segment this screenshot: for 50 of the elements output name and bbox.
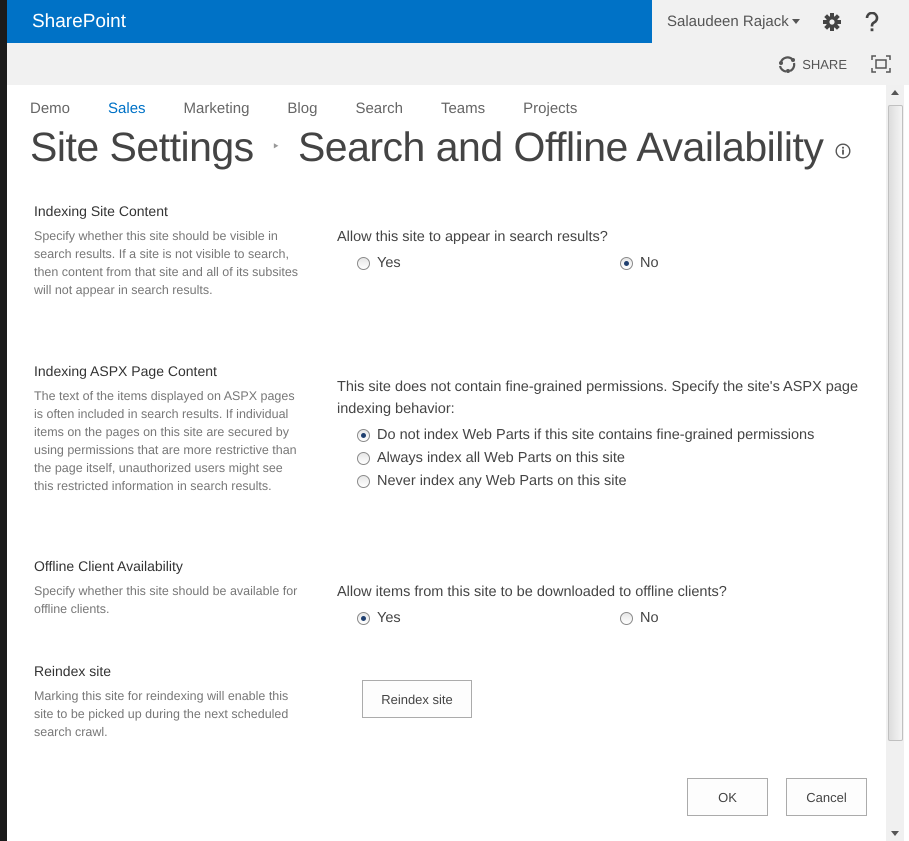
user-menu[interactable]: Salaudeen Rajack <box>667 13 800 30</box>
share-button[interactable]: SHARE <box>778 55 847 73</box>
option-label[interactable]: No <box>640 252 659 274</box>
ok-button[interactable]: OK <box>687 778 768 816</box>
section-description: Specify whether this site should be visible in search results. If a site is not visible to search, then content from that site and all of its subsites will not appear in search results. <box>34 228 300 299</box>
reindex-button[interactable]: Reindex site <box>362 680 472 718</box>
question-text: Allow items from this site to be downloaded to offline clients? <box>337 583 728 602</box>
section-heading: Offline Client Availability <box>34 558 184 574</box>
radio-button[interactable] <box>620 256 633 270</box>
section-heading: Reindex site <box>34 663 112 679</box>
option-label[interactable]: No <box>640 607 659 629</box>
section-description: The text of the items displayed on ASPX pages is often included in search results. If individual items on the pages on this site are secured by using permissions that are more restrictive than the page itself, unauthorized users might see this restricted information in search results. <box>34 388 298 495</box>
caret-icon[interactable] <box>792 19 800 24</box>
nav-link[interactable]: Demo <box>30 100 70 117</box>
nav-link[interactable]: Blog <box>287 100 318 117</box>
page-title: Search and Offline Availability <box>298 124 824 170</box>
nav-link[interactable]: Sales <box>108 100 146 117</box>
section-description: Specify whether this site should be available for offline clients. <box>34 583 298 618</box>
radio-button[interactable] <box>620 612 633 624</box>
breadcrumb-link[interactable]: Site Settings <box>30 124 254 170</box>
section-heading: Indexing Site Content <box>34 203 169 219</box>
option-label[interactable]: Yes <box>377 607 401 629</box>
section-description: Marking this site for reindexing will enable this site to be picked up during the next scheduled search crawl. <box>34 688 290 741</box>
cancel-button[interactable]: Cancel <box>786 778 867 816</box>
focus-icon[interactable] <box>871 55 891 73</box>
radio-button[interactable] <box>357 428 370 442</box>
radio-button[interactable] <box>357 452 370 464</box>
info-icon[interactable] <box>835 143 852 159</box>
nav-link[interactable]: Marketing <box>184 100 250 117</box>
section-heading: Indexing ASPX Page Content <box>34 363 218 379</box>
help-icon[interactable] <box>864 12 880 32</box>
option-label[interactable]: Always index all Web Parts on this site <box>377 447 625 469</box>
scrollbar[interactable] <box>886 85 904 841</box>
app-name[interactable]: SharePoint <box>7 10 126 32</box>
nav-link[interactable]: Teams <box>440 100 486 117</box>
breadcrumb-separator: ‣ <box>272 139 280 155</box>
nav-link[interactable]: Projects <box>523 100 578 117</box>
scroll-up-icon[interactable] <box>891 90 899 95</box>
question-text: This site does not contain fine-grained permissions. Specify the site's ASPX page indexing behavior: <box>337 378 860 419</box>
nav-link[interactable]: Search <box>355 100 403 117</box>
option-label[interactable]: Do not index Web Parts if this site contains fine-grained permissions <box>377 424 814 446</box>
option-label[interactable]: Never index any Web Parts on this site <box>377 470 627 492</box>
scroll-thumb[interactable] <box>888 105 902 741</box>
option-label[interactable]: Yes <box>377 252 401 274</box>
radio-button[interactable] <box>357 256 370 270</box>
radio-button[interactable] <box>357 474 370 488</box>
question-text: Allow this site to appear in search results? <box>337 228 609 247</box>
scroll-down-icon[interactable] <box>891 831 899 836</box>
radio-button[interactable] <box>357 612 370 624</box>
share-icon[interactable] <box>778 55 796 73</box>
